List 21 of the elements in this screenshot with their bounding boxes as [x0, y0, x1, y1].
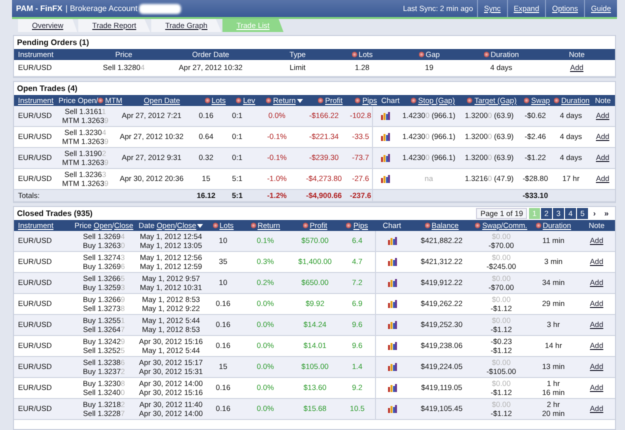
section-title: Closed Trades (935)	[17, 209, 93, 218]
bar-chart-icon[interactable]	[388, 363, 397, 371]
section-title: Open Trades (4)	[17, 84, 78, 93]
bar-chart-icon[interactable]	[388, 342, 397, 350]
bar-chart-icon[interactable]	[388, 300, 397, 308]
bar-chart-icon[interactable]	[381, 112, 390, 120]
bar-chart-icon[interactable]	[388, 321, 397, 329]
bar-chart-icon[interactable]	[388, 237, 397, 245]
section-title: Pending Orders (1)	[17, 38, 90, 47]
bar-chart-icon[interactable]	[388, 384, 397, 392]
bar-chart-icon[interactable]	[388, 405, 397, 413]
bar-chart-icon[interactable]	[388, 279, 397, 287]
account-label: | Brokerage Account	[66, 4, 138, 13]
bar-chart-icon[interactable]	[381, 133, 390, 141]
redaction-mark	[139, 4, 182, 14]
bar-chart-icon[interactable]	[381, 154, 390, 162]
bar-chart-icon[interactable]	[381, 175, 390, 183]
bar-chart-icon[interactable]	[388, 258, 397, 266]
sort-arrow-icon[interactable]	[197, 224, 204, 228]
sort-arrow-icon[interactable]	[296, 98, 303, 102]
app-title: PAM - FinFX	[16, 4, 63, 13]
